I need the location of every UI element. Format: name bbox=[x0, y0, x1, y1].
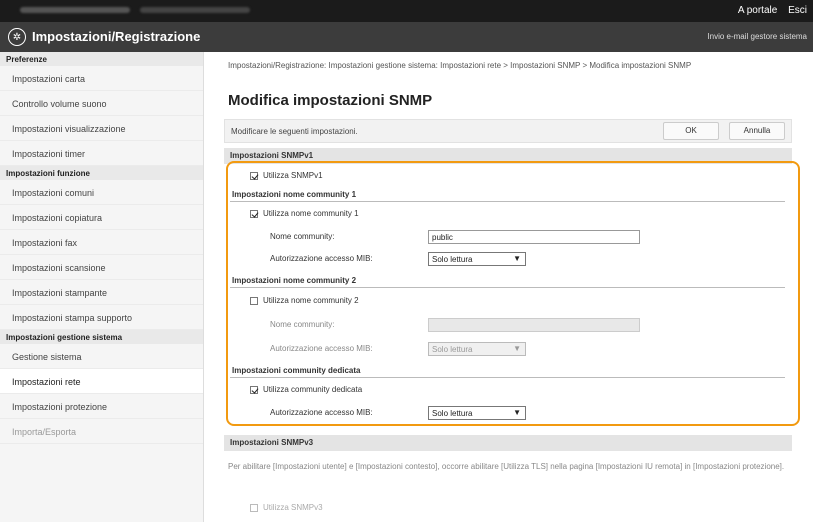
page-title: Modifica impostazioni SNMP bbox=[228, 92, 433, 109]
community2-access-label: Autorizzazione accesso MIB: bbox=[270, 344, 373, 353]
ok-button[interactable]: OK bbox=[663, 122, 719, 140]
use-community2-checkbox[interactable] bbox=[250, 296, 258, 305]
community2-access-select[interactable]: Solo lettura ▼ bbox=[428, 342, 526, 356]
logout-link[interactable]: Esci bbox=[788, 5, 807, 16]
use-snmpv3-row[interactable]: Utilizza SNMPv3 bbox=[250, 503, 323, 512]
use-dedicated-checkbox[interactable] bbox=[250, 385, 258, 394]
title-bar: ✲ Impostazioni/Registrazione Invio e-mai… bbox=[0, 22, 813, 52]
use-dedicated-label: Utilizza community dedicata bbox=[263, 385, 363, 394]
sidebar-item-security[interactable]: Impostazioni protezione bbox=[0, 394, 203, 419]
chevron-down-icon: ▼ bbox=[513, 344, 521, 353]
community1-name-label: Nome community: bbox=[270, 232, 335, 241]
community1-header: Impostazioni nome community 1 bbox=[230, 188, 785, 202]
sidebar-item-media-print[interactable]: Impostazioni stampa supporto bbox=[0, 305, 203, 330]
community1-access-value: Solo lettura bbox=[432, 255, 473, 264]
sidebar-item-timer[interactable]: Impostazioni timer bbox=[0, 141, 203, 166]
app-title: Impostazioni/Registrazione bbox=[32, 29, 201, 44]
use-community1-checkbox[interactable] bbox=[250, 209, 258, 218]
cancel-button[interactable]: Annulla bbox=[729, 122, 785, 140]
top-links: A portale Esci bbox=[730, 5, 807, 16]
dedicated-community-header: Impostazioni community dedicata bbox=[230, 364, 785, 378]
use-community2-row[interactable]: Utilizza nome community 2 bbox=[250, 296, 359, 305]
sidebar-item-common[interactable]: Impostazioni comuni bbox=[0, 180, 203, 205]
device-name-blurred bbox=[20, 7, 130, 13]
breadcrumb: Impostazioni/Registrazione: Impostazioni… bbox=[228, 61, 692, 70]
sidebar-item-scan[interactable]: Impostazioni scansione bbox=[0, 255, 203, 280]
use-community1-label: Utilizza nome community 1 bbox=[263, 209, 359, 218]
sidebar-item-display[interactable]: Impostazioni visualizzazione bbox=[0, 116, 203, 141]
sidebar-item-network[interactable]: Impostazioni rete bbox=[0, 369, 203, 394]
use-community1-row[interactable]: Utilizza nome community 1 bbox=[250, 209, 359, 218]
main-content: Impostazioni/Registrazione: Impostazioni… bbox=[204, 52, 813, 522]
device-model-blurred bbox=[140, 7, 250, 13]
sidebar-item-import-export[interactable]: Importa/Esporta bbox=[0, 419, 203, 444]
use-snmpv1-label: Utilizza SNMPv1 bbox=[263, 171, 323, 180]
community2-header: Impostazioni nome community 2 bbox=[230, 274, 785, 288]
top-bar: A portale Esci bbox=[0, 0, 813, 22]
dedicated-access-label: Autorizzazione accesso MIB: bbox=[270, 408, 373, 417]
sidebar: Preferenze Impostazioni carta Controllo … bbox=[0, 52, 204, 522]
community1-access-label: Autorizzazione accesso MIB: bbox=[270, 254, 373, 263]
sidebar-section-preferences: Preferenze bbox=[0, 52, 203, 66]
chevron-down-icon: ▼ bbox=[513, 408, 521, 417]
dedicated-access-select[interactable]: Solo lettura ▼ bbox=[428, 406, 526, 420]
portal-link[interactable]: A portale bbox=[738, 5, 777, 16]
use-dedicated-row[interactable]: Utilizza community dedicata bbox=[250, 385, 362, 394]
mail-admin-link[interactable]: Invio e-mail gestore sistema bbox=[707, 32, 807, 41]
sidebar-item-system-management[interactable]: Gestione sistema bbox=[0, 344, 203, 369]
use-snmpv3-checkbox[interactable] bbox=[250, 503, 258, 512]
community2-name-label: Nome community: bbox=[270, 320, 335, 329]
community2-access-value: Solo lettura bbox=[432, 345, 473, 354]
sidebar-section-functions: Impostazioni funzione bbox=[0, 166, 203, 180]
instruction-bar: Modificare le seguenti impostazioni. OK … bbox=[224, 119, 792, 143]
sidebar-item-paper[interactable]: Impostazioni carta bbox=[0, 66, 203, 91]
use-snmpv1-checkbox[interactable] bbox=[250, 171, 258, 180]
dedicated-access-value: Solo lettura bbox=[432, 409, 473, 418]
use-snmpv1-row[interactable]: Utilizza SNMPv1 bbox=[250, 171, 323, 180]
sidebar-item-volume[interactable]: Controllo volume suono bbox=[0, 91, 203, 116]
chevron-down-icon: ▼ bbox=[513, 254, 521, 263]
community2-name-input[interactable] bbox=[428, 318, 640, 332]
use-community2-label: Utilizza nome community 2 bbox=[263, 296, 359, 305]
community1-access-select[interactable]: Solo lettura ▼ bbox=[428, 252, 526, 266]
sidebar-item-printer[interactable]: Impostazioni stampante bbox=[0, 280, 203, 305]
sidebar-item-fax[interactable]: Impostazioni fax bbox=[0, 230, 203, 255]
community1-name-input[interactable] bbox=[428, 230, 640, 244]
snmpv3-note: Per abilitare [Impostazioni utente] e [I… bbox=[228, 462, 785, 471]
use-snmpv3-label: Utilizza SNMPv3 bbox=[263, 503, 323, 512]
instruction-text: Modificare le seguenti impostazioni. bbox=[231, 127, 358, 136]
sidebar-section-system: Impostazioni gestione sistema bbox=[0, 330, 203, 344]
sidebar-item-copy[interactable]: Impostazioni copiatura bbox=[0, 205, 203, 230]
settings-logo-icon: ✲ bbox=[8, 28, 26, 46]
snmpv3-section-header: Impostazioni SNMPv3 bbox=[224, 435, 792, 451]
